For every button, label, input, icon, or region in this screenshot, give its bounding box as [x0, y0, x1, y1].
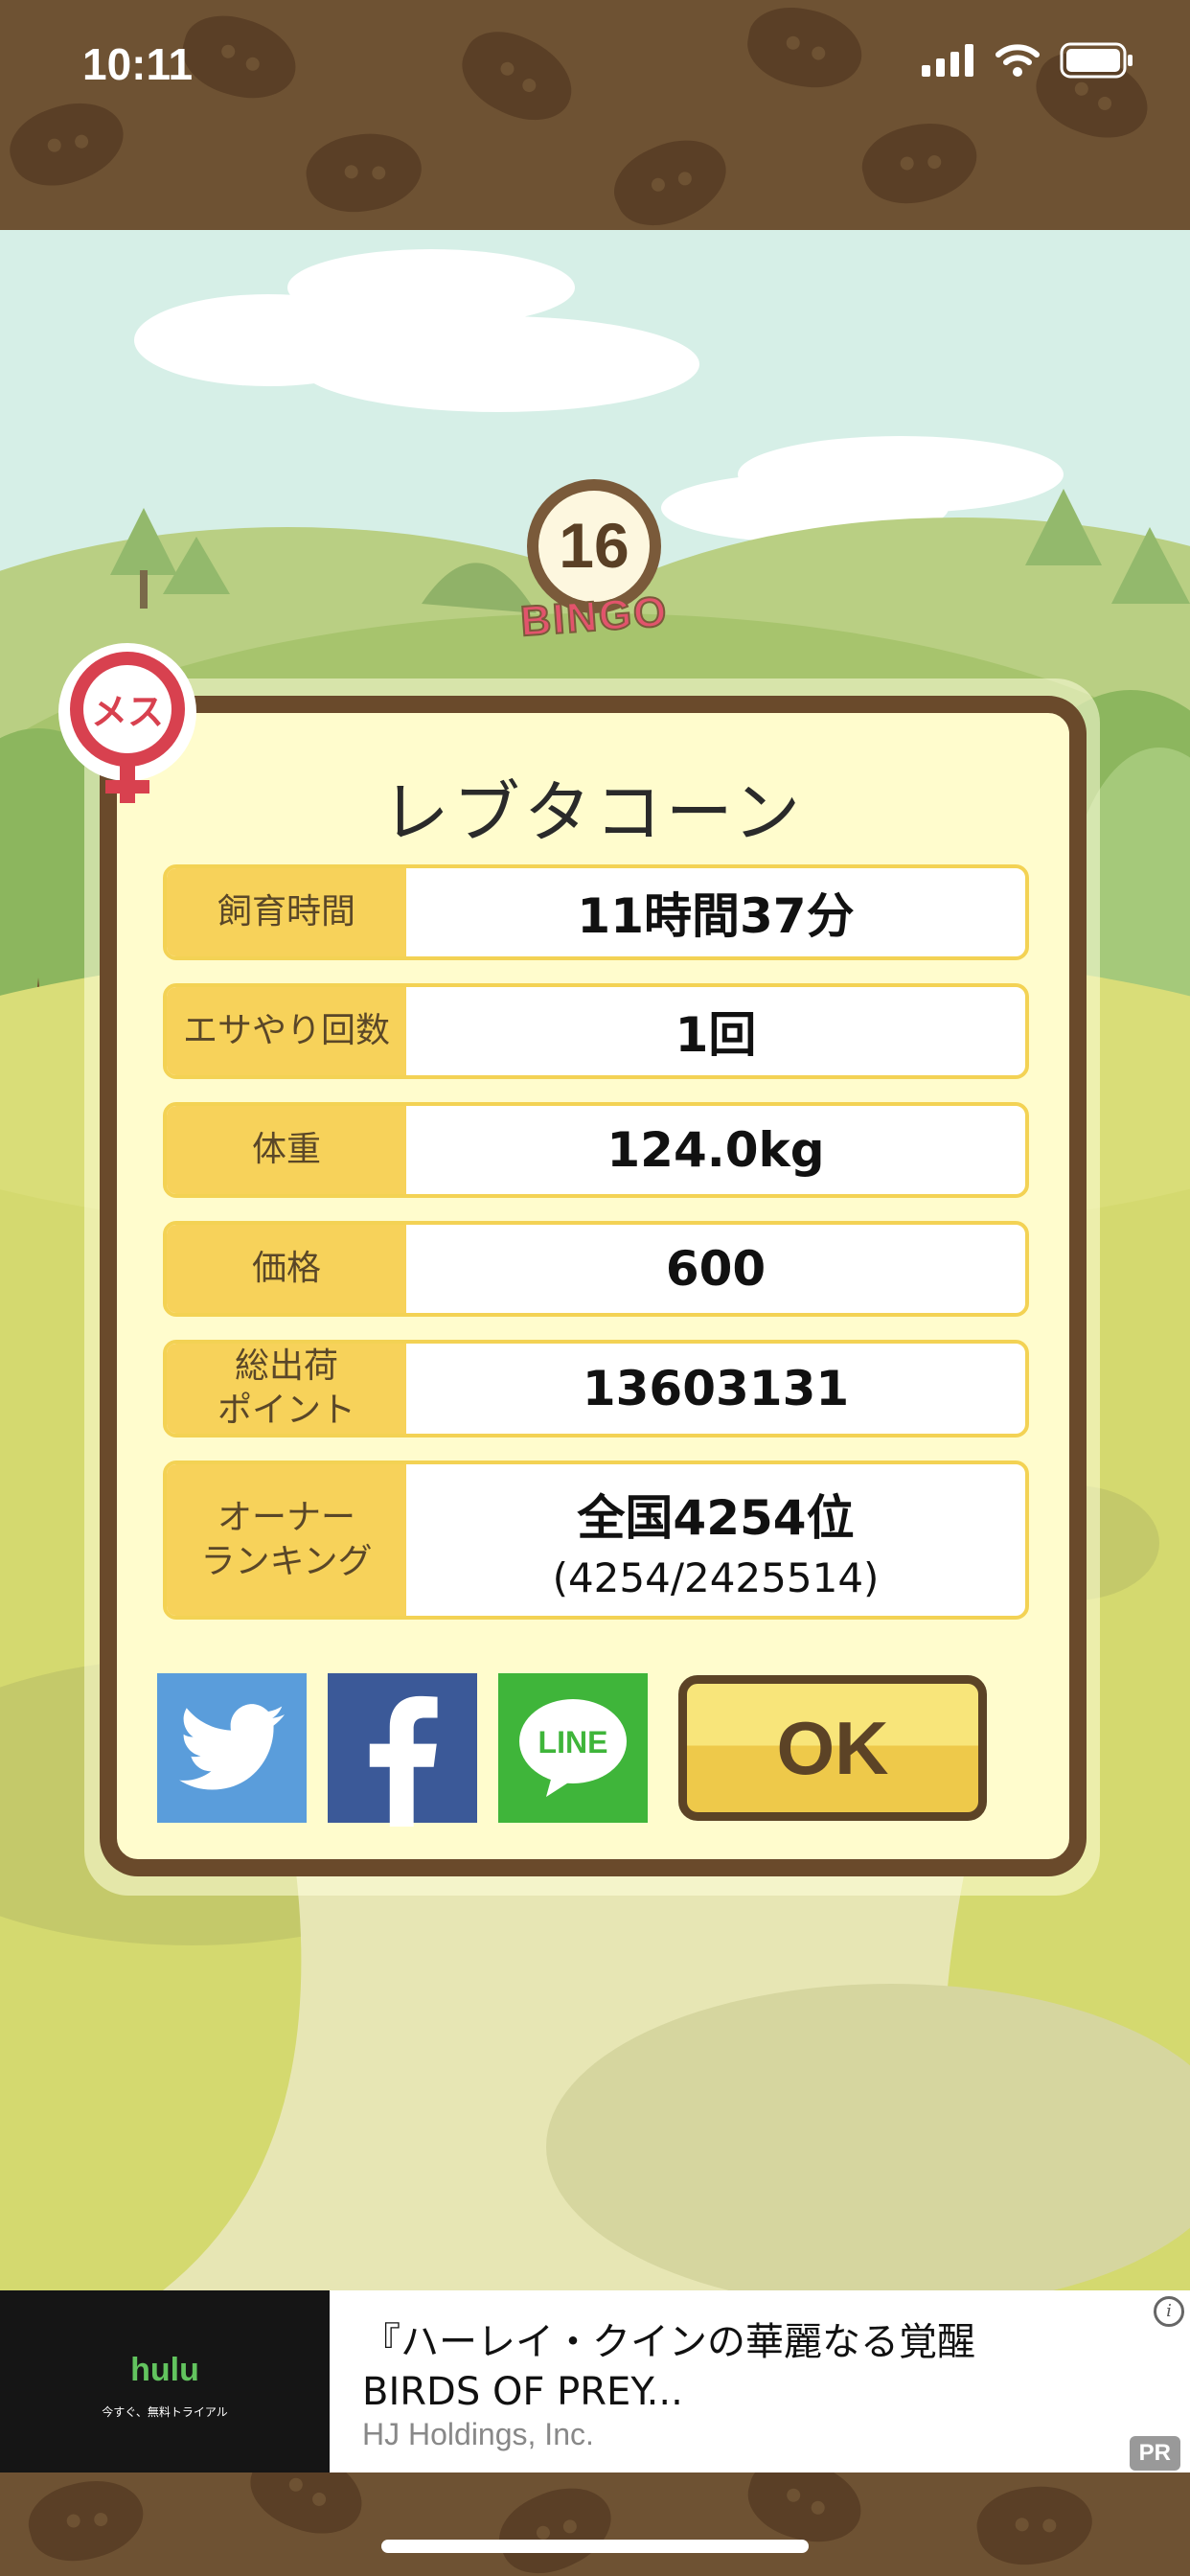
stat-row-feeding-count: エサやり回数 1回 — [163, 983, 1029, 1079]
female-badge: メス — [58, 643, 196, 803]
ad-title-line2: BIRDS OF PREY... — [362, 2370, 683, 2414]
line-icon: LINE — [519, 1699, 627, 1797]
stat-value: 11時間37分 — [406, 868, 1025, 956]
ok-button[interactable]: OK — [678, 1675, 987, 1821]
stat-value-text: 11時間37分 — [577, 888, 855, 944]
signal-icon — [922, 44, 973, 77]
bingo-number: 16 — [559, 510, 629, 581]
stat-value: 1回 — [406, 987, 1025, 1075]
female-badge-label: メス — [91, 691, 164, 733]
bingo-label: BINGO — [519, 588, 670, 646]
stat-value-text: 1回 — [675, 1007, 757, 1063]
hulu-subtext: 今すぐ、無料トライアル — [102, 2405, 228, 2419]
stat-row-price: 価格 600 — [163, 1221, 1029, 1317]
ad-title[interactable]: 『ハーレイ・クインの華麗なる覚醒 BIRDS OF PREY... — [362, 2317, 1129, 2417]
stat-label: 価格 — [167, 1225, 406, 1313]
stat-label: エサやり回数 — [167, 987, 406, 1075]
line-icon-label: LINE — [538, 1725, 608, 1760]
top-pattern-band — [0, 0, 1190, 230]
stat-value: 全国4254位 (4254/2425514) — [406, 1464, 1025, 1616]
stat-label: 体重 — [167, 1106, 406, 1194]
bottom-pattern-band — [0, 2472, 1190, 2576]
stat-value-text: 124.0kg — [606, 1122, 825, 1178]
stat-row-shipping-points: 総出荷 ポイント 13603131 — [163, 1340, 1029, 1438]
stat-row-raising-time: 飼育時間 11時間37分 — [163, 864, 1029, 960]
stat-label: オーナー ランキング — [167, 1464, 406, 1616]
stat-value: 124.0kg — [406, 1106, 1025, 1194]
ranking-text: 全国4254位 — [577, 1489, 855, 1546]
ad-image[interactable]: hulu 今すぐ、無料トライアル — [0, 2290, 330, 2474]
twitter-bird-icon — [179, 1704, 285, 1790]
hulu-logo: hulu — [130, 2352, 199, 2388]
facebook-f-icon — [369, 1695, 438, 1827]
status-icons — [922, 42, 1134, 79]
ad-info-icon[interactable]: i — [1154, 2296, 1184, 2327]
stat-value: 13603131 — [406, 1344, 1025, 1434]
ad-title-line1: 『ハーレイ・クインの華麗なる覚醒 — [362, 2320, 975, 2364]
stat-row-weight: 体重 124.0kg — [163, 1102, 1029, 1198]
home-indicator[interactable] — [381, 2540, 809, 2553]
pig-name-title: レブタコーン — [381, 773, 805, 852]
pig-info-dialog: レブタコーン 飼育時間 11時間37分 エサやり回数 1回 体重 124.0kg… — [100, 696, 1087, 1876]
ad-source: HJ Holdings, Inc. — [362, 2417, 594, 2451]
ad-pr-badge: PR — [1129, 2436, 1180, 2471]
stat-label: 飼育時間 — [167, 868, 406, 956]
status-time: 10:11 — [82, 39, 194, 89]
battery-icon — [1060, 42, 1133, 79]
ranking-detail: (4254/2425514) — [552, 1553, 880, 1601]
stat-value-text: 600 — [665, 1241, 767, 1297]
facebook-share-button[interactable] — [328, 1673, 477, 1827]
stat-row-owner-ranking: オーナー ランキング 全国4254位 (4254/2425514) — [163, 1460, 1029, 1620]
ad-banner[interactable]: hulu 今すぐ、無料トライアル 『ハーレイ・クインの華麗なる覚醒 BIRDS … — [0, 2290, 1190, 2474]
stat-value: 600 — [406, 1225, 1025, 1313]
stat-value-text: 13603131 — [582, 1361, 850, 1416]
twitter-share-button[interactable] — [157, 1673, 307, 1823]
line-share-button[interactable]: LINE — [498, 1673, 648, 1823]
stat-label: 総出荷 ポイント — [167, 1344, 406, 1434]
bingo-badge: 16 BINGO — [518, 479, 671, 646]
wifi-icon — [995, 44, 1040, 77]
